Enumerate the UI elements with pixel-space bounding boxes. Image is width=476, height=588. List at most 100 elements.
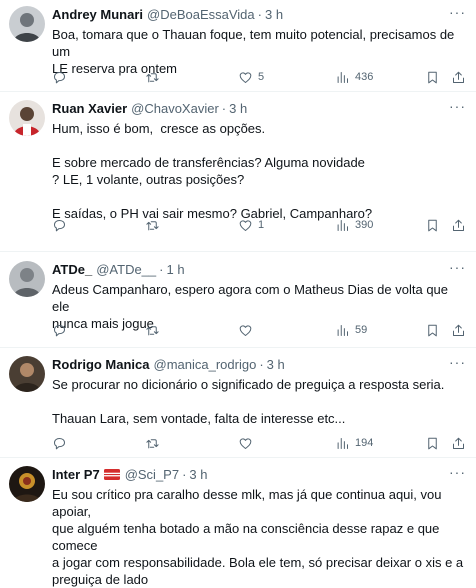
separator: · [259,356,264,372]
like-button[interactable] [238,323,258,338]
separator: · [182,466,187,482]
tweet[interactable]: Ruan Xavier @ChavoXavier · 3 h ··· Hum, … [0,92,476,252]
like-icon [239,437,252,449]
views-button[interactable]: 390 [335,218,373,233]
retweet-button[interactable] [145,218,165,233]
retweet-icon [146,438,159,448]
share-button[interactable] [451,436,466,451]
reply-button[interactable] [52,436,72,451]
views-icon [337,324,348,336]
author-name[interactable]: Rodrigo Manica [52,357,150,372]
timestamp[interactable]: 3 h [229,101,247,116]
timestamp[interactable]: 3 h [267,357,285,372]
tweet-header: Rodrigo Manica @manica_rodrigo · 3 h [52,355,466,373]
timestamp[interactable]: 3 h [265,7,283,22]
tweet[interactable]: Inter P7 @Sci_P7 · 3 h ··· Eu sou crític… [0,458,476,587]
bookmark-icon [428,219,437,231]
views-button[interactable]: 194 [335,436,373,451]
views-count: 390 [355,219,374,231]
share-icon [453,437,464,449]
like-icon [239,219,252,231]
tweet-text: Hum, isso é bom, cresce as opções. E sob… [52,121,373,221]
author-handle[interactable]: @manica_rodrigo [154,357,257,372]
author-name[interactable]: Ruan Xavier [52,101,127,116]
tweet-header: Ruan Xavier @ChavoXavier · 3 h [52,99,466,117]
reply-icon [54,324,65,336]
separator: · [257,6,262,22]
tweet[interactable]: ATDe_ @ATDe__ · 1 h ··· Adeus Campanharo… [0,252,476,348]
views-button[interactable]: 59 [335,323,367,338]
views-button[interactable]: 436 [335,70,373,85]
bookmark-button[interactable] [425,70,440,85]
views-count: 436 [355,71,374,83]
share-icon [453,71,464,83]
tweet[interactable]: Rodrigo Manica @manica_rodrigo · 3 h ···… [0,348,476,458]
reply-button[interactable] [52,323,72,338]
avatar[interactable] [9,466,45,502]
tweet-header: Andrey Munari @DeBoaEssaVida · 3 h [52,5,466,23]
like-icon [239,324,252,336]
more-icon[interactable]: ··· [449,355,466,369]
share-icon [453,324,464,336]
action-bar: 1 390 [52,215,466,235]
bookmark-button[interactable] [425,218,440,233]
tweet-text: Se procurar no dicionário o significado … [52,377,445,426]
like-icon [239,71,252,83]
more-icon[interactable]: ··· [449,5,466,19]
reply-icon [54,219,65,231]
action-bar: 194 [52,433,466,453]
reply-button[interactable] [52,218,72,233]
views-icon [337,219,348,231]
timestamp[interactable]: 3 h [189,467,207,482]
retweet-icon [146,72,159,82]
like-count: 5 [258,71,265,83]
reply-icon [54,437,65,449]
author-name[interactable]: Andrey Munari [52,7,143,22]
author-handle[interactable]: @ATDe__ [96,262,156,277]
like-button[interactable]: 1 [238,218,264,233]
more-icon[interactable]: ··· [449,99,466,113]
avatar[interactable] [9,261,45,297]
views-count: 194 [355,437,374,449]
avatar[interactable] [9,100,45,136]
retweet-icon [146,220,159,230]
tweet-body: Ruan Xavier @ChavoXavier · 3 h ··· Hum, … [52,99,466,231]
tweet-body: ATDe_ @ATDe__ · 1 h ··· Adeus Campanharo… [52,260,466,336]
action-bar: 5 436 [52,67,466,87]
bookmark-button[interactable] [425,323,440,338]
retweet-button[interactable] [145,70,165,85]
like-count: 1 [258,219,265,231]
avatar[interactable] [9,6,45,42]
author-handle[interactable]: @Sci_P7 [125,467,179,482]
author-name[interactable]: ATDe_ [52,262,92,277]
like-button[interactable] [238,436,258,451]
avatar[interactable] [9,356,45,392]
like-button[interactable]: 5 [238,70,264,85]
bookmark-icon [428,324,437,336]
share-button[interactable] [451,218,466,233]
bookmark-button[interactable] [425,436,440,451]
author-handle[interactable]: @DeBoaEssaVida [147,7,255,22]
views-icon [337,437,348,449]
author-handle[interactable]: @ChavoXavier [131,101,219,116]
separator: · [159,261,164,277]
separator: · [221,100,227,116]
tweet-feed: Andrey Munari @DeBoaEssaVida · 3 h ··· B… [0,0,476,587]
bookmark-icon [428,71,437,83]
retweet-button[interactable] [145,323,165,338]
tweet-body: Inter P7 @Sci_P7 · 3 h ··· Eu sou crític… [52,465,466,588]
reply-button[interactable] [52,70,72,85]
retweet-button[interactable] [145,436,165,451]
more-icon[interactable]: ··· [449,465,466,479]
author-name[interactable]: Inter P7 [52,467,100,482]
retweet-icon [146,325,159,335]
tweet-body: Rodrigo Manica @manica_rodrigo · 3 h ···… [52,355,466,449]
timestamp[interactable]: 1 h [166,262,184,277]
views-icon [337,71,348,83]
tweet[interactable]: Andrey Munari @DeBoaEssaVida · 3 h ··· B… [0,0,476,92]
share-button[interactable] [451,70,466,85]
more-icon[interactable]: ··· [449,260,466,274]
tweet-body: Andrey Munari @DeBoaEssaVida · 3 h ··· B… [52,5,466,83]
flag-icon [103,468,120,480]
share-button[interactable] [451,323,466,338]
